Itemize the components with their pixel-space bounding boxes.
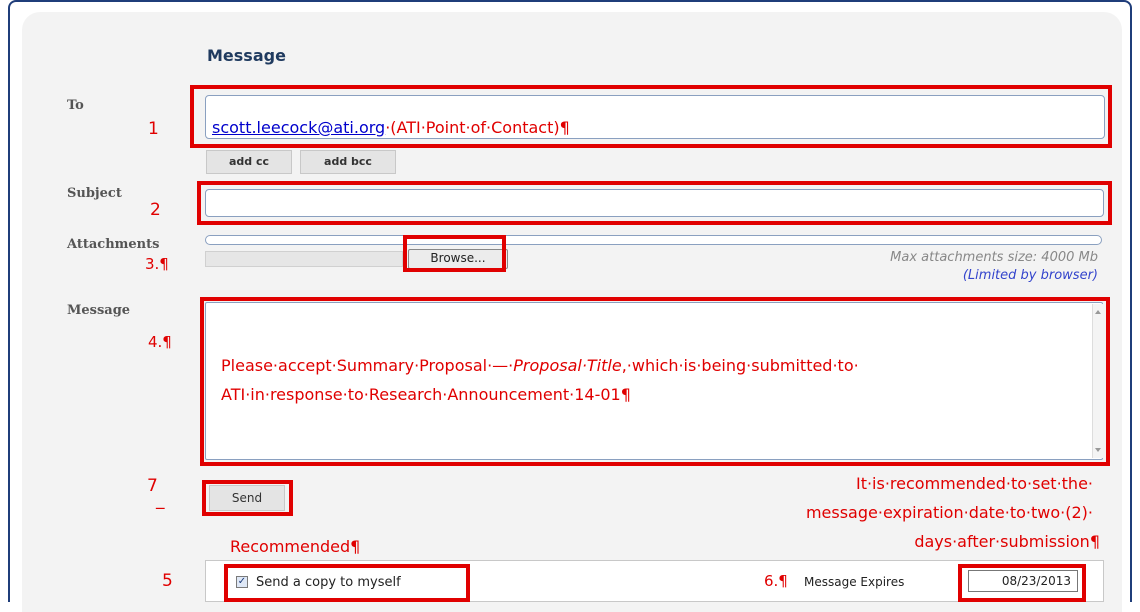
recommended-label: Recommended¶ xyxy=(230,537,361,556)
recommendation-note-3: days·after·submission¶ xyxy=(914,532,1100,551)
annotation-6: 6.¶ xyxy=(764,572,788,590)
annotation-box-5 xyxy=(224,564,470,602)
annotation-3: 3.¶ xyxy=(145,255,169,273)
attachment-dropzone[interactable] xyxy=(205,235,1102,245)
recommendation-note-2: message·expiration·date·to·two·(2)· xyxy=(805,503,1093,522)
annotation-box-3 xyxy=(403,235,506,272)
annotation-box-4 xyxy=(200,297,1110,466)
annotation-box-6 xyxy=(958,564,1086,602)
message-label: Message xyxy=(67,303,131,318)
to-label: To xyxy=(67,98,84,113)
annotation-2: 2 xyxy=(150,200,161,220)
annotation-box-2 xyxy=(197,181,1112,225)
annotation-box-1 xyxy=(190,85,1112,148)
attachment-filename-field[interactable] xyxy=(205,251,403,267)
annotation-4: 4.¶ xyxy=(148,333,172,351)
annotation-1: 1 xyxy=(148,119,159,139)
max-attachments-size: Max attachments size: 4000 Mb xyxy=(890,250,1098,265)
add-bcc-button[interactable]: add bcc xyxy=(300,150,396,174)
subject-label: Subject xyxy=(67,186,122,201)
annotation-5: 5 xyxy=(162,571,173,591)
annotation-7-underscore: _ xyxy=(156,490,165,510)
recommendation-note-1: It·is·recommended·to·set·the· xyxy=(855,474,1093,493)
limited-by-browser-link[interactable]: (Limited by browser) xyxy=(963,268,1098,283)
annotation-box-7 xyxy=(202,480,293,516)
form-title: Message xyxy=(207,46,286,65)
add-cc-button[interactable]: add cc xyxy=(206,150,292,174)
message-expires-label: Message Expires xyxy=(804,575,905,589)
attachments-label: Attachments xyxy=(67,237,160,252)
